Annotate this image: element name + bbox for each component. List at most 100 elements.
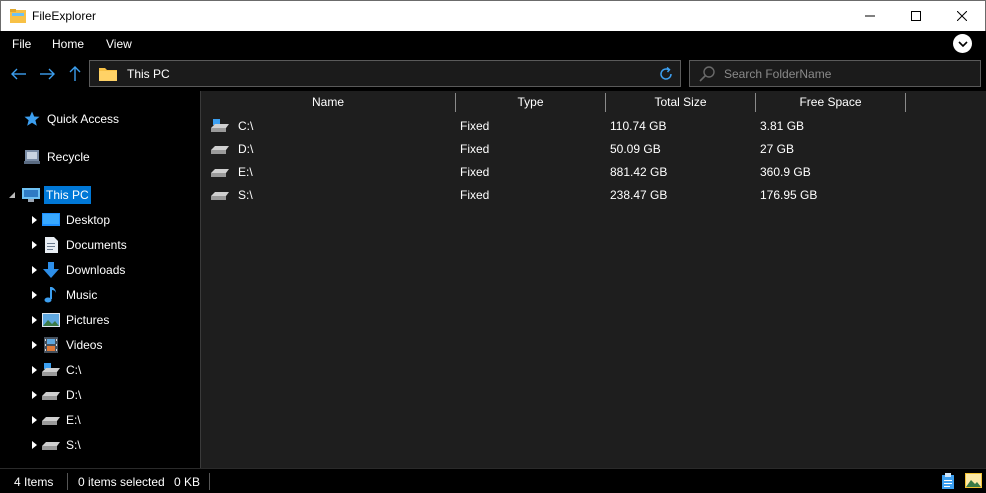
window-title: FileExplorer [32,9,97,23]
address-path: This PC [127,67,170,81]
cell-name: C:\ [238,119,254,133]
system-drive-icon [211,119,229,132]
file-list: Name Type Total Size Free Space C:\ Fixe… [200,91,986,468]
cell-total-size: 881.42 GB [610,165,668,179]
film-strip-icon [44,337,58,353]
sidebar-item-recycle[interactable]: Recycle [24,146,90,168]
sidebar-item-label: Desktop [66,213,111,227]
arrow-right-icon [40,68,55,80]
sidebar-item-label: S:\ [66,438,81,452]
search-icon [699,66,715,82]
sidebar-item-quick-access[interactable]: Quick Access [24,108,119,130]
title-bar: FileExplorer [0,0,986,31]
sidebar-item-label: Downloads [66,263,126,277]
document-icon [45,237,58,253]
caret-right-icon[interactable] [30,441,38,449]
system-drive-icon [42,363,60,376]
sidebar-item-label: Documents [66,238,127,252]
table-row[interactable]: E:\ Fixed 881.42 GB 360.9 GB [201,160,986,183]
sidebar-item-label: Recycle [47,150,90,164]
status-selected-count: 0 items selected [78,475,165,489]
picture-icon [42,313,60,327]
caret-right-icon[interactable] [30,291,38,299]
forward-button[interactable] [38,65,56,83]
status-divider [209,473,210,490]
app-folder-icon [10,9,26,23]
caret-right-icon[interactable] [30,241,38,249]
arrow-up-icon [69,66,81,81]
column-header-total-size[interactable]: Total Size [606,91,755,113]
cell-free-space: 176.95 GB [760,188,818,202]
back-button[interactable] [10,65,28,83]
chevron-down-icon [957,40,968,47]
column-header-type[interactable]: Type [456,91,605,113]
thumbnail-view-icon[interactable] [965,473,982,488]
sidebar-item-music[interactable]: Music [42,284,97,306]
sidebar-item-label: Quick Access [47,112,120,126]
cell-type: Fixed [460,188,490,202]
column-header-name[interactable]: Name [201,91,455,113]
hard-drive-icon [211,192,229,200]
desktop-icon [42,213,60,226]
maximize-button[interactable] [893,1,939,31]
close-button[interactable] [939,1,985,31]
caret-right-icon[interactable] [30,216,38,224]
sidebar-item-label: C:\ [66,363,82,377]
cell-free-space: 27 GB [760,142,795,156]
caret-right-icon[interactable] [30,391,38,399]
search-input[interactable] [724,65,974,83]
hard-drive-icon [42,392,60,400]
table-row[interactable]: S:\ Fixed 238.47 GB 176.95 GB [201,183,986,206]
hard-drive-icon [211,146,229,154]
caret-down-icon[interactable] [8,191,16,199]
folder-icon [99,68,117,81]
caret-right-icon[interactable] [30,366,38,374]
caret-right-icon[interactable] [30,341,38,349]
maximize-icon [911,11,921,21]
sidebar-item-downloads[interactable]: Downloads [42,259,125,281]
sidebar-item-desktop[interactable]: Desktop [42,209,110,231]
sidebar-item-videos[interactable]: Videos [42,334,102,356]
sidebar-item-drive-e[interactable]: E:\ [42,409,81,431]
sidebar-item-drive-d[interactable]: D:\ [42,384,81,406]
refresh-icon[interactable] [658,66,674,82]
sidebar-item-this-pc[interactable]: This PC [22,184,91,206]
music-note-icon [44,287,56,303]
cell-type: Fixed [460,165,490,179]
cell-name: D:\ [238,142,254,156]
download-arrow-icon [43,262,59,278]
minimize-button[interactable] [847,1,893,31]
status-item-count: 4 Items [14,475,54,489]
close-icon [957,11,967,21]
computer-icon [22,188,40,202]
sidebar-item-drive-s[interactable]: S:\ [42,434,81,456]
cell-free-space: 360.9 GB [760,165,811,179]
navigation-pane: Quick Access Recycle This PC Desktop Doc… [0,91,200,468]
sidebar-item-label: D:\ [66,388,82,402]
sidebar-item-label: This PC [44,186,91,204]
caret-right-icon[interactable] [30,416,38,424]
menu-home[interactable]: Home [52,37,84,51]
ribbon-expand-button[interactable] [953,34,972,53]
sidebar-item-documents[interactable]: Documents [42,234,127,256]
column-divider[interactable] [905,93,906,112]
menu-view[interactable]: View [106,37,132,51]
table-row[interactable]: D:\ Fixed 50.09 GB 27 GB [201,137,986,160]
menu-bar: File Home View [0,31,986,57]
sidebar-item-drive-c[interactable]: C:\ [42,359,81,381]
address-bar[interactable]: This PC [89,60,681,87]
sidebar-item-pictures[interactable]: Pictures [42,309,109,331]
sidebar-item-label: E:\ [66,413,81,427]
up-button[interactable] [66,65,84,83]
cell-type: Fixed [460,142,490,156]
caret-right-icon[interactable] [30,316,38,324]
cell-total-size: 110.74 GB [610,119,667,133]
table-row[interactable]: C:\ Fixed 110.74 GB 3.81 GB [201,114,986,137]
column-header-free-space[interactable]: Free Space [756,91,905,113]
status-selected-size: 0 KB [174,475,201,489]
caret-right-icon[interactable] [30,266,38,274]
menu-file[interactable]: File [12,37,31,51]
search-box[interactable] [689,60,981,87]
cell-name: S:\ [238,188,253,202]
details-view-icon[interactable] [940,473,956,490]
